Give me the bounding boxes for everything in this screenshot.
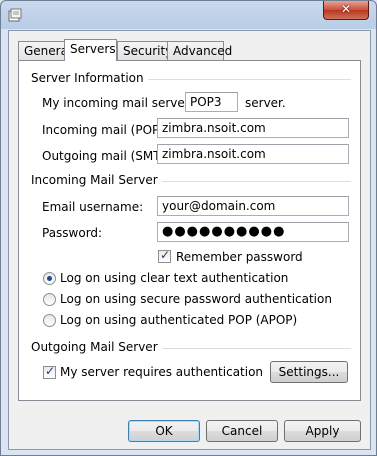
auth-apop-radio[interactable] — [43, 314, 56, 327]
cancel-button[interactable]: Cancel — [206, 420, 278, 442]
auth-secure-password-label: Log on using secure password authenticat… — [60, 292, 332, 306]
outgoing-mail-input[interactable]: zimbra.nsoit.com — [157, 144, 349, 164]
tab-advanced[interactable]: Advanced — [167, 41, 232, 60]
ok-button[interactable]: OK — [128, 420, 200, 442]
dialog-window: ✕ General Servers Security Advanced Serv… — [0, 0, 377, 456]
apply-button[interactable]: Apply — [284, 420, 361, 442]
requires-auth-label: My server requires authentication — [60, 365, 264, 379]
remember-password-checkbox[interactable] — [158, 248, 171, 263]
tab-security[interactable]: Security — [117, 41, 172, 60]
mail-properties-icon — [8, 8, 22, 22]
password-label: Password: — [42, 226, 103, 240]
auth-apop-label: Log on using authenticated POP (APOP) — [60, 313, 298, 327]
servers-tab-panel: Server Information My incoming mail serv… — [18, 60, 361, 401]
incoming-mail-label: Incoming mail (POP3): — [42, 123, 176, 137]
tab-general[interactable]: General — [18, 41, 71, 60]
settings-button[interactable]: Settings... — [270, 361, 348, 383]
close-icon: ✕ — [340, 2, 352, 16]
incoming-mail-input[interactable]: zimbra.nsoit.com — [157, 118, 349, 138]
auth-secure-password-radio[interactable] — [43, 293, 56, 306]
requires-auth-checkbox[interactable] — [43, 364, 56, 379]
incoming-type-suffix: server. — [245, 96, 286, 110]
email-username-input[interactable]: your@domain.com — [157, 196, 349, 216]
incoming-server-group-title: Incoming Mail Server — [31, 173, 162, 187]
tab-security-label: Security — [123, 44, 173, 58]
email-username-label: Email username: — [42, 200, 144, 214]
tab-servers[interactable]: Servers — [64, 39, 117, 61]
close-button[interactable]: ✕ — [323, 1, 369, 20]
auth-clear-text-radio[interactable] — [43, 272, 56, 285]
dialog-client-area: General Servers Security Advanced Server… — [8, 30, 371, 450]
server-info-group-title: Server Information — [31, 71, 148, 85]
incoming-server-type-field: POP3 — [185, 92, 238, 112]
outgoing-server-group-title: Outgoing Mail Server — [31, 340, 162, 354]
tab-servers-label: Servers — [70, 42, 116, 56]
password-input[interactable]: ●●●●●●●●●● — [157, 222, 349, 242]
auth-clear-text-label: Log on using clear text authentication — [60, 271, 289, 285]
remember-password-label: Remember password — [176, 250, 303, 264]
tab-advanced-label: Advanced — [173, 44, 233, 58]
